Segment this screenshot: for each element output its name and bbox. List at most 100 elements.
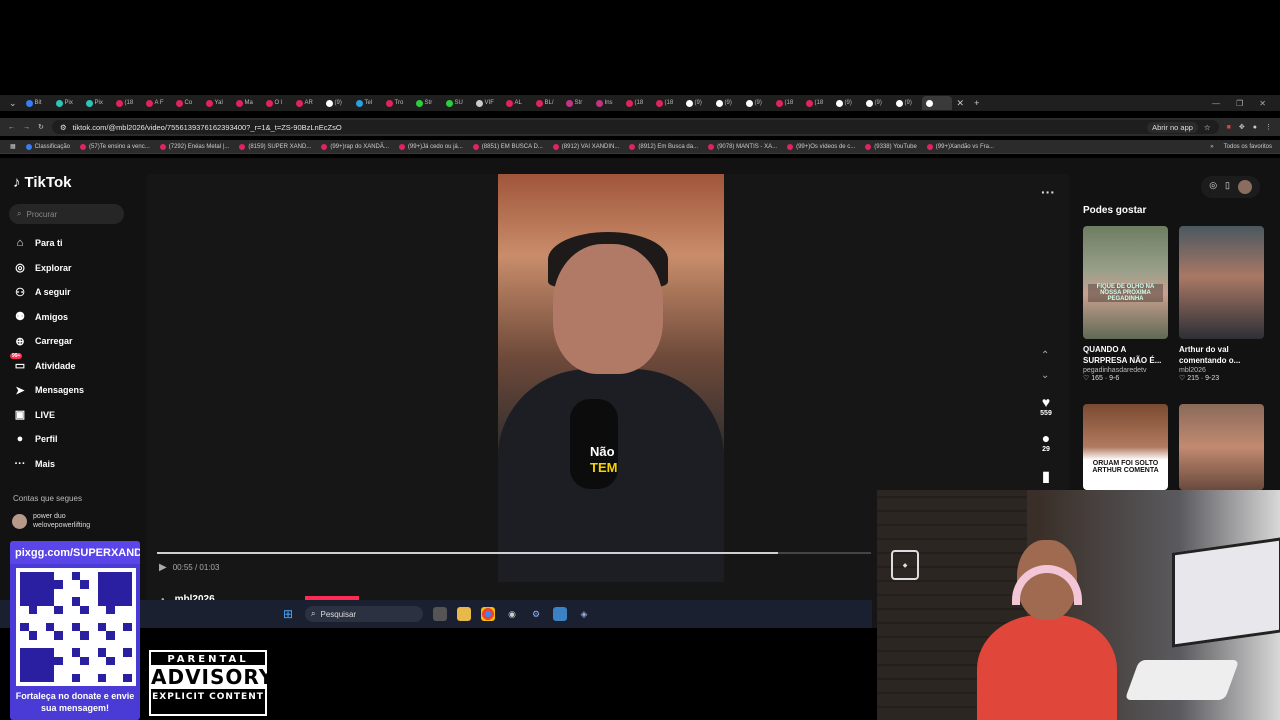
nav-item-amigos[interactable]: ⚉ Amigos (13, 310, 68, 324)
browser-tab[interactable]: AR (292, 96, 322, 110)
apps-grid-icon[interactable]: ▦ (10, 143, 16, 150)
nav-item-mensagens[interactable]: ➤ Mensagens (13, 383, 84, 397)
browser-tab[interactable]: (18 (112, 96, 142, 110)
browser-tab[interactable]: (9) (322, 96, 352, 110)
browser-tab[interactable]: (9) (742, 96, 772, 110)
browser-tab[interactable]: (9) (712, 96, 742, 110)
browser-tab[interactable]: Pix (52, 96, 82, 110)
forward-icon[interactable]: → (23, 124, 30, 131)
video-frame[interactable]: Não TEM (498, 174, 724, 582)
browser-tab[interactable]: SU (442, 96, 472, 110)
browser-tab[interactable]: Ins (592, 96, 622, 110)
bookmark-item[interactable]: (8159) SUPER XAND... (239, 143, 311, 150)
tiktok-logo[interactable]: ♪ TikTok (13, 174, 71, 191)
open-in-app-button[interactable]: Abrir no app (1147, 121, 1198, 133)
app-icon[interactable] (553, 607, 567, 621)
nav-item-carregar[interactable]: ⊕ Carregar (13, 334, 72, 348)
more-options-icon[interactable]: ··· (1041, 184, 1055, 200)
new-tab-icon[interactable]: + (969, 98, 984, 108)
bookmark-item[interactable]: (57)Te ensino a venc... (80, 143, 150, 150)
compass-icon[interactable]: ◎ (1209, 180, 1217, 194)
taskbar-search[interactable]: ⌕ Pesquisar (305, 606, 423, 622)
nav-item-explorar[interactable]: ◎ Explorar (13, 261, 71, 275)
browser-tab[interactable]: BL/ (532, 96, 562, 110)
site-info-icon[interactable]: ⚙ (60, 123, 67, 132)
device-icon[interactable]: ▯ (1225, 180, 1230, 194)
browser-tab[interactable]: (18 (622, 96, 652, 110)
recommendation-card[interactable]: Arthur do val comentando o... mbl2026 ♡ … (1179, 226, 1264, 382)
browser-tab[interactable]: Co (172, 96, 202, 110)
browser-tab[interactable]: (18 (772, 96, 802, 110)
browser-tab[interactable]: A F (142, 96, 172, 110)
bookmark-item[interactable]: Classificação (25, 143, 70, 150)
save-button[interactable]: ▮ (1033, 468, 1059, 484)
video-progress-bar[interactable] (157, 552, 871, 554)
browser-tab[interactable]: AL (502, 96, 532, 110)
recommendation-card[interactable]: FIQUE DE OLHO NA NOSSA PRÓXIMA PEGADINHA… (1083, 226, 1168, 382)
browser-tab[interactable]: (9) (862, 96, 892, 110)
browser-menu-icon[interactable]: ⋮ (1265, 123, 1272, 131)
comment-button[interactable]: ● 29 (1033, 430, 1059, 453)
bookmark-item[interactable]: (99+)Xandão vs Fra... (926, 143, 994, 150)
nav-item-a-seguir[interactable]: ⚇ A seguir (13, 285, 71, 299)
browser-tab[interactable]: (9) (682, 96, 712, 110)
browser-tab[interactable]: (9) (892, 96, 922, 110)
more-bookmarks-icon[interactable]: » (1210, 144, 1213, 150)
steam-icon[interactable]: ◈ (577, 607, 591, 621)
browser-tab[interactable]: Tel (352, 96, 382, 110)
browser-tab[interactable]: (18 (802, 96, 832, 110)
profile-avatar-icon[interactable]: ● (1253, 124, 1257, 131)
bookmark-item[interactable]: (9338) YouTube (865, 143, 917, 150)
browser-tab[interactable]: Pix (82, 96, 112, 110)
bookmark-item[interactable]: (8912) VAI XANDIN... (552, 143, 619, 150)
browser-tab[interactable]: Yal (202, 96, 232, 110)
chrome-icon[interactable] (481, 607, 495, 621)
bookmark-item[interactable]: (99+)rap do XANDÃ... (321, 143, 389, 150)
maximize-icon[interactable]: ❐ (1236, 99, 1243, 108)
bookmark-item[interactable]: (99+)Já cedo ou já... (398, 143, 463, 150)
file-explorer-icon[interactable] (457, 607, 471, 621)
obs-icon[interactable]: ◉ (505, 607, 519, 621)
nav-item-perfil[interactable]: ● Perfil (13, 432, 58, 446)
window-close-icon[interactable]: ✕ (1259, 99, 1266, 108)
nav-item-live[interactable]: ▣ LIVE (13, 408, 55, 422)
browser-tab[interactable]: Str (412, 96, 442, 110)
browser-tab[interactable]: Ma (232, 96, 262, 110)
browser-tab[interactable]: (9) (832, 96, 862, 110)
extension-icon[interactable]: ■ (1227, 124, 1231, 131)
browser-tab[interactable] (921, 96, 952, 110)
address-bar[interactable]: ⚙ tiktok.com/@mbl2026/video/755613937616… (51, 120, 1219, 134)
browser-tab[interactable]: Tro (382, 96, 412, 110)
recommendation-card[interactable] (1179, 404, 1264, 490)
bookmark-star-icon[interactable]: ☆ (1204, 123, 1211, 132)
browser-tab[interactable]: O l (262, 96, 292, 110)
browser-tab[interactable]: Bit (22, 96, 52, 110)
browser-tab[interactable]: (18 (652, 96, 682, 110)
bookmark-item[interactable]: (8912) Em Busca da... (629, 143, 698, 150)
bookmark-item[interactable]: (99+)Os vídeos de c... (787, 143, 855, 150)
nav-item-para-ti[interactable]: ⌂ Para ti (13, 236, 63, 250)
settings-icon[interactable]: ⚙ (529, 607, 543, 621)
like-button[interactable]: ♥ 559 (1033, 394, 1059, 417)
previous-video-icon[interactable]: ⌃ (1041, 350, 1049, 361)
windows-start-icon[interactable]: ⊞ (281, 607, 295, 621)
tab-search-icon[interactable]: ⌄ (4, 98, 22, 109)
bookmark-item[interactable]: (8851) EM BUSCA D... (472, 143, 543, 150)
minimize-icon[interactable]: — (1212, 99, 1220, 108)
nav-item-mais[interactable]: ··· Mais (13, 457, 56, 471)
reload-icon[interactable]: ↻ (38, 123, 44, 131)
next-video-icon[interactable]: ⌄ (1041, 370, 1049, 381)
all-favorites[interactable]: Todos os favoritos (1224, 144, 1280, 150)
bookmark-item[interactable]: (7292) Enéas Metal |... (159, 143, 229, 150)
search-input[interactable]: ⌕ Procurar (9, 204, 124, 224)
bookmark-item[interactable]: (9078) MANTIS - XA... (708, 143, 777, 150)
browser-tab[interactable]: VIF (472, 96, 502, 110)
browser-tab[interactable]: Str (562, 96, 592, 110)
back-icon[interactable]: ← (8, 124, 15, 131)
user-avatar[interactable] (1238, 180, 1252, 194)
nav-item-atividade[interactable]: ▭ 99+ Atividade (10, 352, 76, 373)
recommendation-card[interactable]: ORUAM FOI SOLTO ARTHUR COMENTA (1083, 404, 1168, 490)
play-icon[interactable]: ▶ (159, 562, 167, 573)
close-tab-icon[interactable]: ✕ (952, 98, 970, 109)
task-view-icon[interactable] (433, 607, 447, 621)
